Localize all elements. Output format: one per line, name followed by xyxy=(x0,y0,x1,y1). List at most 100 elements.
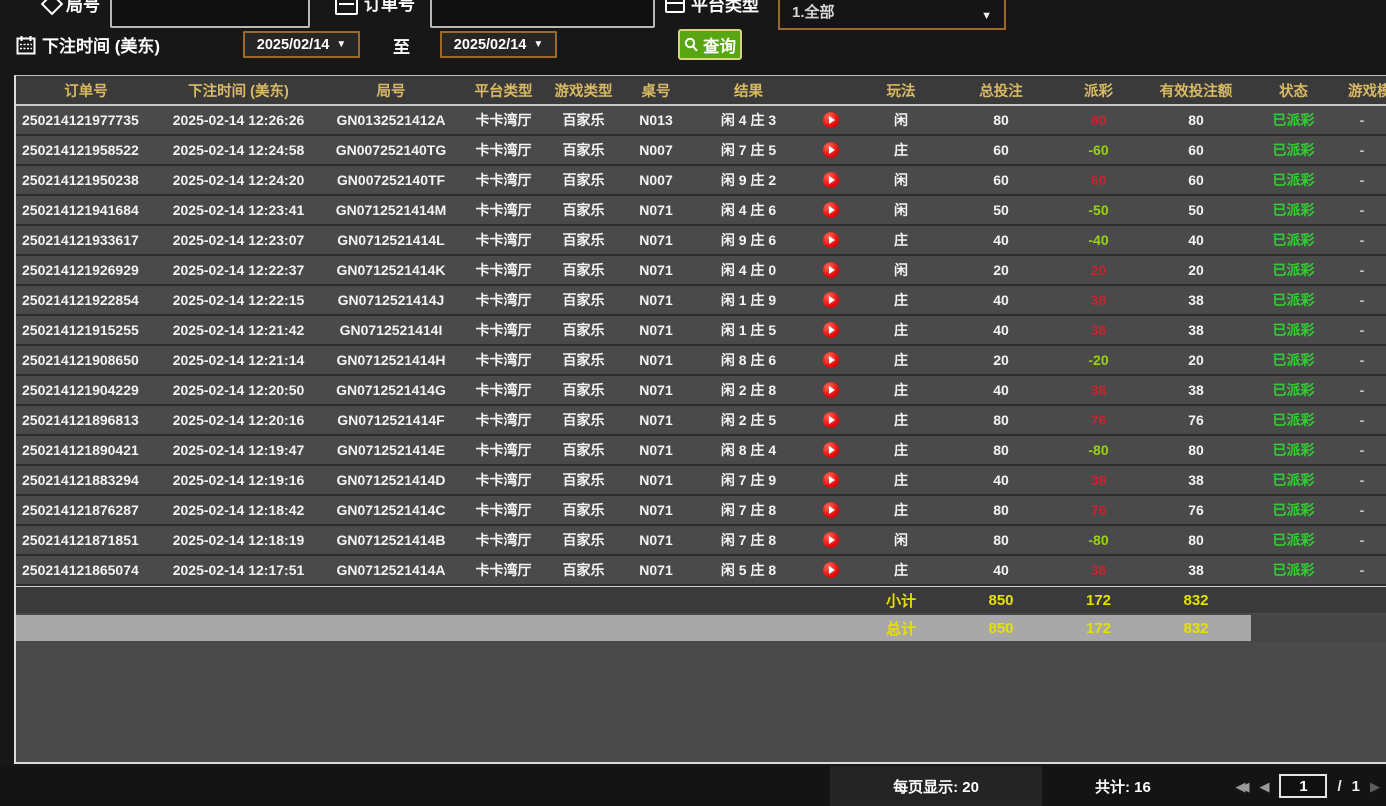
first-page-icon[interactable]: ◀◀ xyxy=(1235,780,1249,793)
cell-status: 已派彩 xyxy=(1251,260,1336,280)
round-input[interactable] xyxy=(110,0,310,28)
cell-game-mode: - xyxy=(1336,562,1386,578)
header-valid-bet: 有效投注额 xyxy=(1141,80,1251,101)
table-row[interactable]: 2502141219416842025-02-14 12:23:41GN0712… xyxy=(16,196,1386,226)
replay-icon[interactable] xyxy=(823,232,839,248)
cell-order-no: 250214121871851 xyxy=(16,532,156,548)
cell-play-method: 庄 xyxy=(856,380,946,400)
cell-play-method: 庄 xyxy=(856,350,946,370)
cell-game-type: 百家乐 xyxy=(546,380,621,400)
cell-bet-time: 2025-02-14 12:23:07 xyxy=(156,232,321,248)
grand-total-label: 总计 xyxy=(856,618,946,639)
replay-icon[interactable] xyxy=(823,472,839,488)
orders-table: 订单号下注时间 (美东)局号平台类型游戏类型桌号结果玩法总投注派彩有效投注额状态… xyxy=(14,75,1386,764)
cell-result: 闲 4 庄 3 xyxy=(691,110,806,130)
cell-replay[interactable] xyxy=(806,532,856,548)
search-icon xyxy=(684,37,699,52)
replay-icon[interactable] xyxy=(823,172,839,188)
cell-table-no: N071 xyxy=(621,532,691,548)
table-row[interactable]: 2502141219585222025-02-14 12:24:58GN0072… xyxy=(16,136,1386,166)
replay-icon[interactable] xyxy=(823,262,839,278)
replay-icon[interactable] xyxy=(823,412,839,428)
cell-replay[interactable] xyxy=(806,442,856,458)
current-page-input[interactable]: 1 xyxy=(1279,774,1327,798)
cell-result: 闲 1 庄 9 xyxy=(691,290,806,310)
table-row[interactable]: 2502141218968132025-02-14 12:20:16GN0712… xyxy=(16,406,1386,436)
cell-replay[interactable] xyxy=(806,472,856,488)
cell-replay[interactable] xyxy=(806,382,856,398)
table-row[interactable]: 2502141219086502025-02-14 12:21:14GN0712… xyxy=(16,346,1386,376)
cell-replay[interactable] xyxy=(806,172,856,188)
cell-replay[interactable] xyxy=(806,412,856,428)
date-from-picker[interactable]: 2025/02/14 ▼ xyxy=(243,31,360,58)
cell-status: 已派彩 xyxy=(1251,470,1336,490)
grand-total-row: 总计 850 172 832 xyxy=(16,615,1386,641)
cell-platform: 卡卡湾厅 xyxy=(461,530,546,550)
cell-replay[interactable] xyxy=(806,292,856,308)
replay-icon[interactable] xyxy=(823,382,839,398)
cell-payout: 76 xyxy=(1056,502,1141,518)
platform-select[interactable]: 1.全部 ▼ xyxy=(778,0,1006,30)
cell-bet-time: 2025-02-14 12:21:42 xyxy=(156,322,321,338)
search-button[interactable]: 查询 xyxy=(678,29,742,60)
replay-icon[interactable] xyxy=(823,502,839,518)
table-row[interactable]: 2502141219336172025-02-14 12:23:07GN0712… xyxy=(16,226,1386,256)
order-input[interactable] xyxy=(430,0,655,28)
table-row[interactable]: 2502141219269292025-02-14 12:22:37GN0712… xyxy=(16,256,1386,286)
cell-replay[interactable] xyxy=(806,502,856,518)
cell-order-no: 250214121922854 xyxy=(16,292,156,308)
cell-bet-time: 2025-02-14 12:19:16 xyxy=(156,472,321,488)
cell-status: 已派彩 xyxy=(1251,410,1336,430)
cell-replay[interactable] xyxy=(806,112,856,128)
prev-page-icon[interactable]: ◀ xyxy=(1259,780,1269,793)
replay-icon[interactable] xyxy=(823,142,839,158)
table-row[interactable]: 2502141219777352025-02-14 12:26:26GN0132… xyxy=(16,106,1386,136)
replay-icon[interactable] xyxy=(823,322,839,338)
table-row[interactable]: 2502141219502382025-02-14 12:24:20GN0072… xyxy=(16,166,1386,196)
table-row[interactable]: 2502141218832942025-02-14 12:19:16GN0712… xyxy=(16,466,1386,496)
cell-game-mode: - xyxy=(1336,442,1386,458)
table-row[interactable]: 2502141219042292025-02-14 12:20:50GN0712… xyxy=(16,376,1386,406)
cell-replay[interactable] xyxy=(806,142,856,158)
cell-round-no: GN007252140TF xyxy=(321,172,461,188)
calendar-icon xyxy=(16,35,36,55)
cell-table-no: N071 xyxy=(621,562,691,578)
table-row[interactable]: 2502141218718512025-02-14 12:18:19GN0712… xyxy=(16,526,1386,556)
cell-status: 已派彩 xyxy=(1251,500,1336,520)
cell-valid-bet: 38 xyxy=(1141,472,1251,488)
cell-replay[interactable] xyxy=(806,322,856,338)
table-row[interactable]: 2502141218650742025-02-14 12:17:51GN0712… xyxy=(16,556,1386,586)
cell-play-method: 闲 xyxy=(856,170,946,190)
date-to-picker[interactable]: 2025/02/14 ▼ xyxy=(440,31,557,58)
table-row[interactable]: 2502141219152552025-02-14 12:21:42GN0712… xyxy=(16,316,1386,346)
replay-icon[interactable] xyxy=(823,562,839,578)
table-row[interactable]: 2502141218762872025-02-14 12:18:42GN0712… xyxy=(16,496,1386,526)
cell-replay[interactable] xyxy=(806,202,856,218)
next-page-icon[interactable]: ▶ xyxy=(1370,780,1380,793)
cell-status: 已派彩 xyxy=(1251,290,1336,310)
replay-icon[interactable] xyxy=(823,352,839,368)
cell-game-mode: - xyxy=(1336,382,1386,398)
cell-round-no: GN0712521414M xyxy=(321,202,461,218)
header-bet-time: 下注时间 (美东) xyxy=(156,80,321,101)
cell-valid-bet: 80 xyxy=(1141,442,1251,458)
cell-game-mode: - xyxy=(1336,112,1386,128)
cell-platform: 卡卡湾厅 xyxy=(461,290,546,310)
replay-icon[interactable] xyxy=(823,442,839,458)
cell-replay[interactable] xyxy=(806,232,856,248)
cell-payout: 38 xyxy=(1056,322,1141,338)
table-row[interactable]: 2502141218904212025-02-14 12:19:47GN0712… xyxy=(16,436,1386,466)
cell-play-method: 闲 xyxy=(856,110,946,130)
cell-game-type: 百家乐 xyxy=(546,320,621,340)
replay-icon[interactable] xyxy=(823,112,839,128)
cell-round-no: GN0712521414D xyxy=(321,472,461,488)
replay-icon[interactable] xyxy=(823,532,839,548)
cell-replay[interactable] xyxy=(806,352,856,368)
replay-icon[interactable] xyxy=(823,202,839,218)
list-icon xyxy=(335,0,358,15)
replay-icon[interactable] xyxy=(823,292,839,308)
cell-replay[interactable] xyxy=(806,262,856,278)
cell-status: 已派彩 xyxy=(1251,530,1336,550)
table-row[interactable]: 2502141219228542025-02-14 12:22:15GN0712… xyxy=(16,286,1386,316)
cell-replay[interactable] xyxy=(806,562,856,578)
